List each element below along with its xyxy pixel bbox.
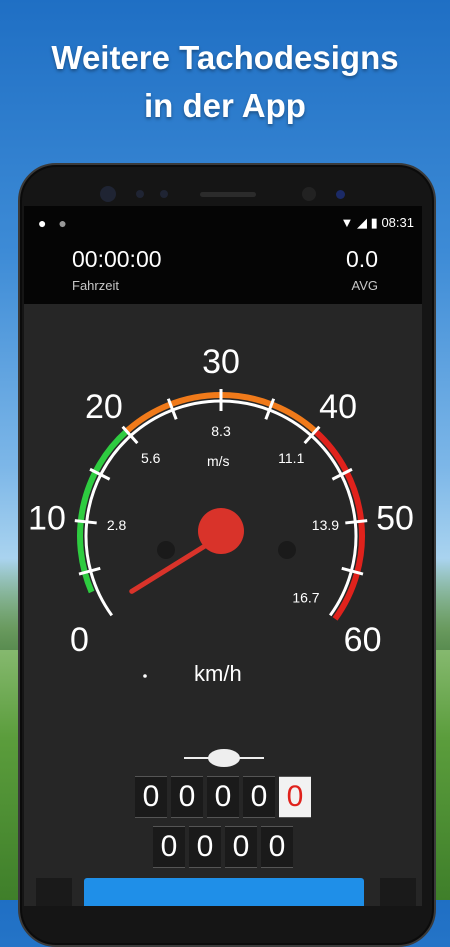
speed-label-minor: 5.6	[141, 450, 161, 466]
promo-line-1: Weitere Tachodesigns	[51, 39, 399, 76]
speed-label-minor: 2.8	[107, 517, 127, 533]
screw-left-icon	[157, 541, 175, 559]
status-time: 08:31	[381, 215, 414, 230]
trip-digit: 0	[261, 826, 293, 868]
speed-label-major: 50	[376, 500, 414, 538]
sensor-icon	[136, 190, 144, 198]
unit-secondary: m/s	[207, 453, 230, 469]
earpiece	[200, 192, 256, 197]
speed-label-minor: 8.3	[211, 423, 231, 439]
proximity-sensor-icon	[302, 187, 316, 201]
speed-label-major: 10	[28, 500, 66, 538]
trip-digit: 0	[225, 826, 257, 868]
trip-header: 00:00:00 Fahrzeit 0.0 AVG	[24, 240, 422, 304]
right-control-button[interactable]	[380, 878, 416, 906]
keyhole-icon: ●	[38, 215, 47, 231]
promo-line-2: in der App	[144, 87, 306, 124]
speed-label-major: 20	[85, 388, 123, 426]
start-button[interactable]	[84, 878, 364, 906]
speed-label-minor: 16.7	[292, 590, 319, 606]
avg-speed-value: 0.0	[346, 246, 378, 272]
wifi-icon: ▼	[340, 215, 354, 230]
odometer-digit: 0	[171, 776, 203, 818]
speed-label-major: 30	[202, 343, 240, 381]
speed-label-minor: 11.1	[278, 450, 304, 466]
speedometer-gauge: 0 10 20 30 40 50 60 2.8 5.6 8.3 11.1 13.9 16.7 m/s k…	[28, 343, 414, 686]
speed-label-major: 60	[344, 621, 382, 659]
needle-hub	[198, 508, 244, 554]
battery-icon: ▮	[370, 215, 378, 230]
odometer-digit: 0	[135, 776, 167, 818]
trip-digit: 0	[189, 826, 221, 868]
speed-label-minor: 13.9	[312, 517, 339, 533]
ride-time-value: 00:00:00	[72, 246, 162, 272]
odometer-digit: 0	[207, 776, 239, 818]
dot-zero-icon	[143, 674, 147, 678]
signal-icon: ◢	[357, 215, 368, 230]
odometer-total: 0 0 0 0 0	[24, 776, 422, 818]
led-icon	[336, 190, 345, 199]
avg-speed-label: AVG	[351, 278, 379, 293]
odometer-trip: 0 0 0 0	[24, 826, 422, 868]
left-control-button[interactable]	[36, 878, 72, 906]
speed-label-major: 0	[70, 621, 89, 659]
status-bar: ● ● ▼ ◢ ▮ 08:31	[24, 206, 422, 240]
status-right: ▼ ◢ ▮ 08:31	[341, 215, 414, 231]
front-camera-icon	[100, 186, 116, 202]
screw-right-icon	[278, 541, 296, 559]
odometer-digit-decimal: 0	[279, 776, 311, 818]
promo-title: Weitere Tachodesigns in der App	[0, 34, 450, 130]
app-screen: ● ● ▼ ◢ ▮ 08:31 00:00:00 Fahrzeit 0.0 AV…	[24, 206, 422, 906]
trip-digit: 0	[153, 826, 185, 868]
unit-primary: km/h	[194, 661, 242, 686]
speed-label-major: 40	[319, 388, 357, 426]
sensor-icon	[160, 190, 168, 198]
odometer-digit: 0	[243, 776, 275, 818]
status-left-icons: ● ●	[38, 215, 67, 231]
ride-time-label: Fahrzeit	[72, 278, 119, 293]
logo-emblem	[184, 749, 264, 767]
record-icon: ●	[58, 215, 67, 231]
